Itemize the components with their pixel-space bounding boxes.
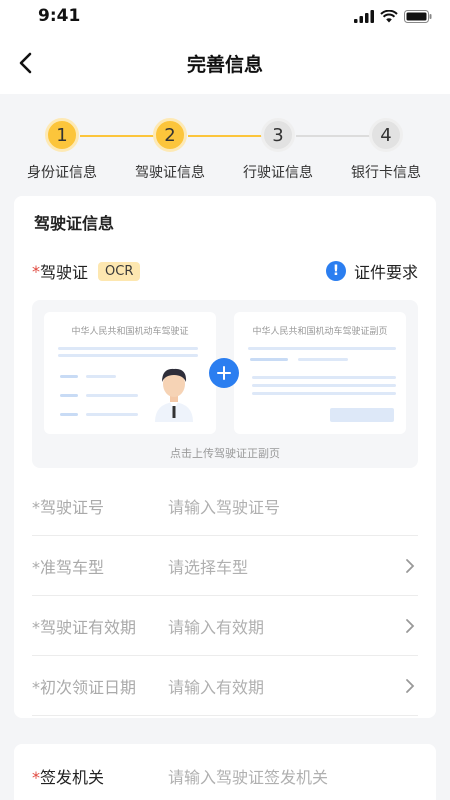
license-validity-field[interactable]: *驾驶证有效期 请输入有效期 xyxy=(32,596,418,656)
field-label: *初次领证日期 xyxy=(32,677,137,697)
status-time: 9:41 xyxy=(38,6,81,26)
requirements-link-label: 证件要求 xyxy=(353,263,418,282)
issuing-authority-card: *签发机关 请输入驾驶证签发机关 xyxy=(14,744,436,800)
step-4: 4 银行卡信息 xyxy=(336,118,436,182)
step-2: 2 驾驶证信息 xyxy=(120,118,220,182)
chevron-right-icon xyxy=(402,556,418,576)
step-circle: 3 xyxy=(261,118,295,152)
field-placeholder[interactable]: 请输入驾驶证号 xyxy=(168,494,418,518)
field-label: *签发机关 xyxy=(32,764,168,788)
field-placeholder[interactable]: 请选择车型 xyxy=(168,554,402,578)
required-mark: * xyxy=(32,261,40,281)
wifi-icon xyxy=(380,9,398,22)
page-title: 完善信息 xyxy=(186,53,263,76)
back-chevron-icon xyxy=(19,52,32,74)
license-number-field[interactable]: *驾驶证号 请输入驾驶证号 xyxy=(32,476,418,536)
required-mark: * xyxy=(32,768,40,787)
back-button[interactable] xyxy=(10,48,40,78)
back-doc-title: 中华人民共和国机动车驾驶证副页 xyxy=(252,327,388,337)
step-progress: 1 身份证信息 2 驾驶证信息 3 行驶证信息 4 银行卡信息 xyxy=(0,94,450,194)
field-label: *驾驶证号 xyxy=(32,497,105,517)
chevron-right-icon xyxy=(402,676,418,696)
signal-icon xyxy=(354,9,374,23)
license-label: 驾驶证 xyxy=(40,263,89,282)
upload-hint: 点击上传驾驶证正副页 xyxy=(170,447,280,460)
field-placeholder[interactable]: 请输入有效期 xyxy=(168,674,402,698)
field-label: *准驾车型 xyxy=(32,557,105,577)
issuing-authority-label: 签发机关 xyxy=(40,768,105,787)
status-bar: 9:41 xyxy=(0,0,450,32)
license-row: * 驾驶证 OCR ! 证件要求 xyxy=(32,258,418,284)
license-upload-area[interactable]: 中华人民共和国机动车驾驶证 中华人民共和国机动车驾驶证副页 点击上传驾驶证正副页 xyxy=(32,300,418,468)
step-circle: 4 xyxy=(369,118,403,152)
step-circle: 1 xyxy=(45,118,79,152)
step-circle: 2 xyxy=(153,118,187,152)
chevron-right-icon xyxy=(402,616,418,636)
front-doc-title: 中华人民共和国机动车驾驶证 xyxy=(71,327,189,337)
license-card: 驾驶证信息 * 驾驶证 OCR ! 证件要求 中华人民共和国机动车驾驶证 中华人… xyxy=(14,196,436,718)
step-connector-3 xyxy=(296,135,370,137)
step-label: 银行卡信息 xyxy=(351,165,421,181)
section-title: 驾驶证信息 xyxy=(34,214,115,233)
license-back-placeholder: 中华人民共和国机动车驾驶证副页 xyxy=(234,312,406,434)
nav-bar: 完善信息 xyxy=(0,32,450,94)
battery-icon xyxy=(404,9,432,23)
plus-icon xyxy=(217,366,231,380)
first-issue-date-field[interactable]: *初次领证日期 请输入有效期 xyxy=(32,656,418,716)
vehicle-class-field[interactable]: *准驾车型 请选择车型 xyxy=(32,536,418,596)
step-3: 3 行驶证信息 xyxy=(228,118,328,182)
step-label: 身份证信息 xyxy=(27,165,97,181)
step-label: 驾驶证信息 xyxy=(135,165,205,181)
issuing-authority-field[interactable]: *签发机关 请输入驾驶证签发机关 xyxy=(32,764,328,788)
requirements-link[interactable]: ! 证件要求 xyxy=(325,259,418,283)
status-icons xyxy=(354,9,432,23)
step-1: 1 身份证信息 xyxy=(12,118,112,182)
field-label: *驾驶证有效期 xyxy=(32,617,137,637)
field-placeholder[interactable]: 请输入驾驶证签发机关 xyxy=(168,764,328,788)
ocr-badge[interactable]: OCR xyxy=(98,261,141,281)
field-placeholder[interactable]: 请输入有效期 xyxy=(168,614,402,638)
step-label: 行驶证信息 xyxy=(243,165,313,181)
info-icon: ! xyxy=(325,261,346,281)
person-avatar-icon xyxy=(155,368,193,422)
license-front-placeholder: 中华人民共和国机动车驾驶证 xyxy=(44,312,216,434)
add-license-button[interactable] xyxy=(209,358,239,388)
